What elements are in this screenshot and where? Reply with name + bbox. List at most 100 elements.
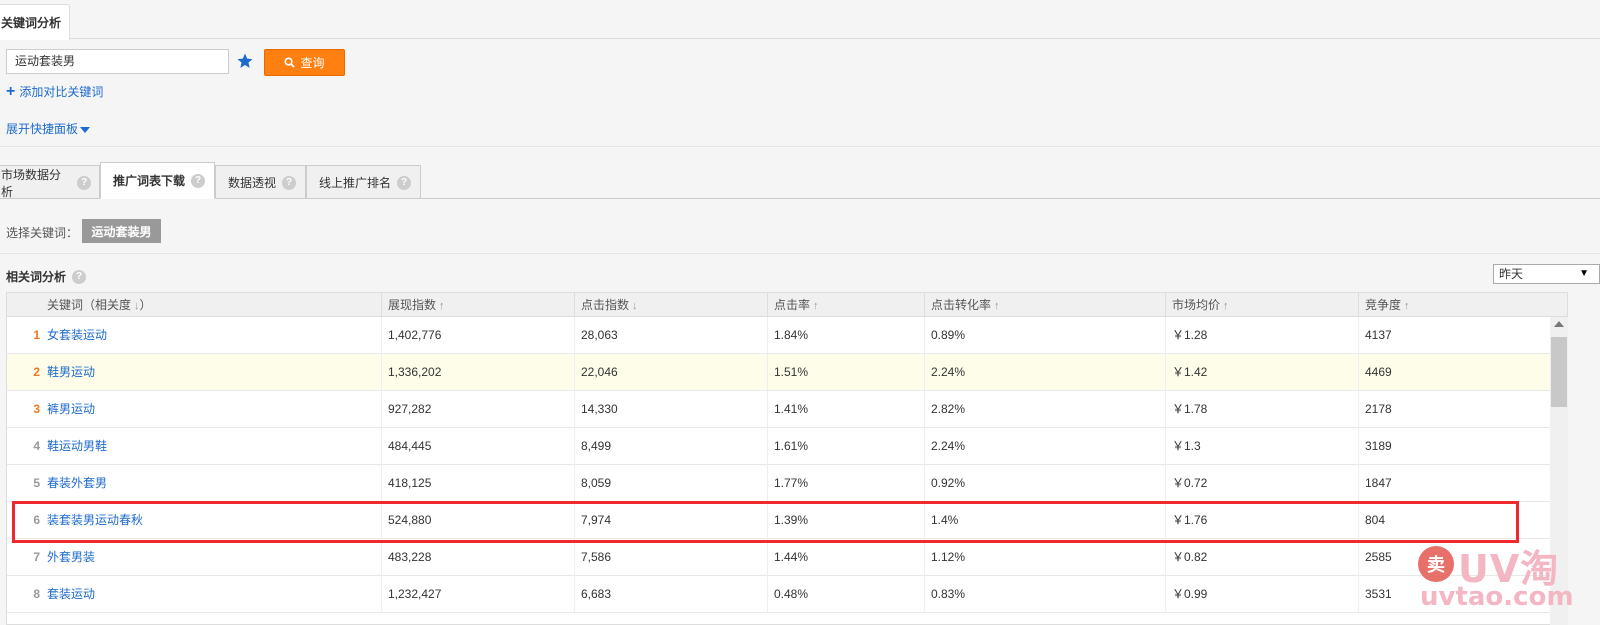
col-header-ctr[interactable]: 点击率 ↑ <box>767 293 924 317</box>
ctr-cell: 1.39% <box>774 513 809 527</box>
ctr-cell: 1.44% <box>774 550 809 564</box>
divider <box>0 146 1600 147</box>
sort-up-icon[interactable]: ↑ <box>1404 300 1410 312</box>
ctr-cell: 1.41% <box>774 402 809 416</box>
impressions-cell: 524,880 <box>388 513 432 527</box>
keyword-link[interactable]: 外套男装 <box>47 539 95 576</box>
col-header-cvr[interactable]: 点击转化率 ↑ <box>924 293 1165 317</box>
keyword-chip[interactable]: 运动套装男 <box>82 219 161 243</box>
clicks-cell: 8,499 <box>581 439 612 453</box>
impressions-cell: 483,228 <box>388 550 432 564</box>
rank-number: 4 <box>33 439 40 453</box>
keyword-link[interactable]: 裤男运动 <box>47 391 95 428</box>
cvr-cell: 1.4% <box>931 513 959 527</box>
table-row: 5 春装外套男 418,125 8,059 1.77% 0.92% ￥0.72 … <box>7 465 1550 502</box>
tab-data-pivot[interactable]: 数据透视 ? <box>215 165 306 199</box>
col-header-clicks[interactable]: 点击指数 ↓ <box>574 293 767 317</box>
table-row: 4 鞋运动男鞋 484,445 8,499 1.61% 2.24% ￥1.3 3… <box>7 428 1550 465</box>
rank-number: 3 <box>33 402 40 416</box>
sort-up-icon[interactable]: ↑ <box>1223 300 1229 312</box>
cvr-cell: 0.92% <box>931 476 966 490</box>
search-icon <box>284 57 296 68</box>
keyword-link[interactable]: 鞋运动男鞋 <box>47 428 107 465</box>
competition-cell: 804 <box>1365 513 1386 527</box>
table-header: 关键词（相关度 ↓） 展现指数 ↑ 点击指数 ↓ 点击率 ↑ 点击转化率 ↑ 市场均价 ↑ … <box>7 293 1567 317</box>
competition-cell: 3189 <box>1365 439 1392 453</box>
competition-cell: 3531 <box>1365 587 1392 601</box>
rank-number: 8 <box>33 587 40 601</box>
star-icon[interactable] <box>236 52 254 70</box>
col-header-price[interactable]: 市场均价 ↑ <box>1165 293 1358 317</box>
clicks-cell: 6,683 <box>581 587 612 601</box>
cvr-cell: 1.12% <box>931 550 966 564</box>
cvr-cell: 2.24% <box>931 439 966 453</box>
table-row: 2 鞋男运动 1,336,202 22,046 1.51% 2.24% ￥1.4… <box>7 354 1550 391</box>
tab-keyword-download[interactable]: 推广词表下载 ? <box>100 162 215 199</box>
impressions-cell: 927,282 <box>388 402 432 416</box>
keyword-link[interactable]: 装套装男运动春秋 <box>47 502 143 539</box>
tab-online-ranking[interactable]: 线上推广排名 ? <box>306 165 421 199</box>
help-icon[interactable]: ? <box>77 175 91 190</box>
clicks-cell: 8,059 <box>581 476 612 490</box>
table-row: 1 女套装运动 1,402,776 28,063 1.84% 0.89% ￥1.… <box>7 317 1550 354</box>
impressions-cell: 1,402,776 <box>388 328 442 342</box>
clicks-cell: 28,063 <box>581 328 618 342</box>
related-analysis-title: 相关词分析 ? <box>6 268 87 285</box>
col-header-competition[interactable]: 竞争度 ↑ <box>1358 293 1567 317</box>
table-row: 6 装套装男运动春秋 524,880 7,974 1.39% 1.4% ￥1.7… <box>7 502 1550 539</box>
tab-keyword-analysis[interactable]: 关键词分析 <box>0 4 70 40</box>
sub-tabbar-line <box>0 198 1600 199</box>
keyword-link[interactable]: 女套装运动 <box>47 317 107 354</box>
impressions-cell: 484,445 <box>388 439 432 453</box>
tab-market-data[interactable]: 市场数据分析 ? <box>0 165 100 199</box>
ctr-cell: 1.77% <box>774 476 809 490</box>
clicks-cell: 7,586 <box>581 550 612 564</box>
top-tabbar: 关键词分析 <box>0 0 1600 40</box>
cvr-cell: 0.83% <box>931 587 966 601</box>
period-select[interactable]: 昨天 ▼ <box>1493 264 1600 284</box>
divider <box>0 253 1600 254</box>
help-icon[interactable]: ? <box>397 175 412 190</box>
keyword-table: 关键词（相关度 ↓） 展现指数 ↑ 点击指数 ↓ 点击率 ↑ 点击转化率 ↑ 市场均价 ↑ … <box>6 292 1568 625</box>
table-row: 3 裤男运动 927,282 14,330 1.41% 2.82% ￥1.78 … <box>7 391 1550 428</box>
expand-panel-link[interactable]: 展开快捷面板 <box>6 120 91 137</box>
impressions-cell: 418,125 <box>388 476 432 490</box>
help-icon[interactable]: ? <box>72 269 87 284</box>
keyword-link[interactable]: 春装外套男 <box>47 465 107 502</box>
sort-down-icon[interactable]: ↓ <box>632 300 638 312</box>
clicks-cell: 22,046 <box>581 365 618 379</box>
query-button[interactable]: 查询 <box>264 49 345 76</box>
search-input[interactable]: 运动套装男 <box>6 49 229 74</box>
impressions-cell: 1,336,202 <box>388 365 442 379</box>
scroll-up-arrow-icon[interactable] <box>1554 321 1564 327</box>
price-cell: ￥1.42 <box>1172 365 1208 379</box>
query-button-label: 查询 <box>300 56 325 70</box>
col-header-keyword[interactable]: 关键词（相关度 ↓） <box>7 293 381 317</box>
price-cell: ￥1.28 <box>1172 328 1208 342</box>
keyword-link[interactable]: 鞋男运动 <box>47 354 95 391</box>
ctr-cell: 1.51% <box>774 365 809 379</box>
plus-icon: + <box>6 82 16 100</box>
rank-number: 6 <box>33 513 40 527</box>
competition-cell: 1847 <box>1365 476 1392 490</box>
expand-panel-label: 展开快捷面板 <box>6 122 79 136</box>
competition-cell: 4137 <box>1365 328 1392 342</box>
table-row: 8 套装运动 1,232,427 6,683 0.48% 0.83% ￥0.99… <box>7 576 1550 613</box>
keyword-link[interactable]: 套装运动 <box>47 576 95 613</box>
competition-cell: 4469 <box>1365 365 1392 379</box>
sort-up-icon[interactable]: ↑ <box>813 300 819 312</box>
col-header-impressions[interactable]: 展现指数 ↑ <box>381 293 574 317</box>
add-compare-keyword-link[interactable]: + 添加对比关键词 <box>6 83 103 100</box>
help-icon[interactable]: ? <box>282 175 297 190</box>
watermark-logo: 卖 UV淘 uvtao.com <box>1418 544 1574 612</box>
tab-label: 推广词表下载 <box>113 174 186 188</box>
watermark-badge: 卖 <box>1418 546 1454 582</box>
cvr-cell: 2.82% <box>931 402 966 416</box>
help-icon[interactable]: ? <box>191 173 206 188</box>
scroll-thumb[interactable] <box>1551 337 1567 407</box>
price-cell: ￥1.78 <box>1172 402 1208 416</box>
caret-down-icon <box>80 126 91 133</box>
ctr-cell: 0.48% <box>774 587 809 601</box>
sort-up-icon[interactable]: ↑ <box>994 300 1000 312</box>
sort-up-icon[interactable]: ↑ <box>439 300 445 312</box>
